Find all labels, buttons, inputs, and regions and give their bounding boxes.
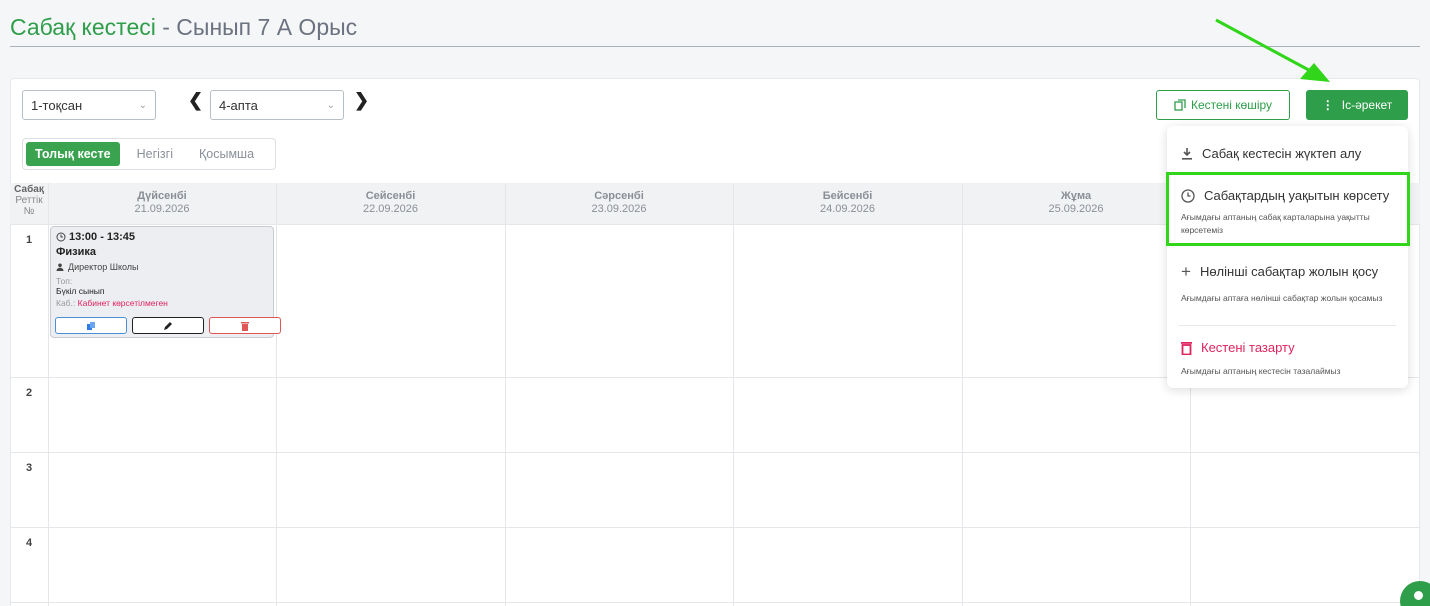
page-title: Сабақ кестесі - Сынып 7 А Орыс <box>10 14 357 41</box>
day-date: 21.09.2026 <box>134 203 190 215</box>
menu-download-label: Сабақ кестесін жүктеп алу <box>1202 146 1362 161</box>
header-line-1: Сабақ <box>14 184 44 195</box>
day-header-friday: Жұма 25.09.2026 <box>962 183 1190 224</box>
chevron-down-icon: ⌄ <box>326 99 335 111</box>
row-number: 1 <box>25 234 33 246</box>
more-vertical-icon: ⋮ <box>1321 98 1334 112</box>
grid-divider <box>505 183 506 606</box>
lesson-group-value: Бүкіл сынып <box>56 286 105 296</box>
lesson-room: Каб.: Кабинет көрсетілмеген <box>56 298 268 308</box>
lesson-room-label: Каб.: <box>56 298 76 308</box>
menu-item-clear[interactable]: Кестені тазарту <box>1181 340 1295 355</box>
day-date: 23.09.2026 <box>591 203 647 215</box>
header-line-2: Реттік <box>15 195 43 206</box>
lesson-time: 13:00 - 13:45 <box>56 231 268 243</box>
header-line-3: № <box>23 206 35 217</box>
row-number: 4 <box>25 537 33 549</box>
action-button[interactable]: ⋮ Іс-әрекет <box>1306 90 1408 120</box>
lesson-number-header: Сабақ Реттік № <box>10 183 48 217</box>
week-select-value: 4-апта <box>219 97 258 113</box>
quarter-select[interactable]: 1-тоқсан ⌄ <box>22 90 156 120</box>
tab-additional[interactable]: Қосымша <box>190 142 263 166</box>
lesson-copy-button[interactable] <box>55 317 127 334</box>
action-button-label: Іс-әрекет <box>1341 98 1393 112</box>
schedule-tabs: Толық кесте Негізгі Қосымша <box>22 138 276 170</box>
menu-divider <box>1179 325 1396 326</box>
day-name: Сейсенбі <box>365 190 416 202</box>
grid-divider <box>10 452 1420 453</box>
grid-divider <box>10 527 1420 528</box>
lesson-time-text: 13:00 - 13:45 <box>69 231 136 243</box>
title-separator: - <box>155 14 177 40</box>
tab-main[interactable]: Негізгі <box>128 142 182 166</box>
week-select[interactable]: 4-апта ⌄ <box>210 90 344 120</box>
quarter-select-value: 1-тоқсан <box>31 97 83 113</box>
chevron-down-icon: ⌄ <box>138 99 147 111</box>
title-divider <box>10 46 1420 47</box>
download-icon <box>1182 148 1192 160</box>
day-header-wednesday: Сәрсенбі 23.09.2026 <box>505 183 733 224</box>
pencil-icon <box>164 321 172 330</box>
chat-icon <box>1414 591 1423 600</box>
copy-schedule-button[interactable]: Кестені көшіру <box>1156 90 1290 120</box>
trash-icon <box>1181 341 1192 355</box>
lesson-group-label: Топ: <box>56 276 73 286</box>
copy-schedule-label: Кестені көшіру <box>1190 98 1273 112</box>
highlight-box <box>1166 172 1410 246</box>
action-menu: Сабақ кестесін жүктеп алу Сабақтардың уа… <box>1167 126 1408 388</box>
lesson-teacher: Директор Школы <box>56 262 268 272</box>
lesson-room-value: Кабинет көрсетілмеген <box>77 298 168 308</box>
day-name: Жұма <box>1060 190 1092 202</box>
grid-divider <box>733 183 734 606</box>
lesson-card[interactable]: 13:00 - 13:45 Физика Директор Школы Топ:… <box>50 226 281 338</box>
clock-icon <box>56 232 66 242</box>
day-date: 25.09.2026 <box>1048 203 1104 215</box>
menu-add-zero-label: Нөлінші сабақтар жолын қосу <box>1199 264 1379 279</box>
day-name: Сәрсенбі <box>594 190 644 202</box>
menu-add-zero-desc: Ағымдағы аптаға нөлінші сабақтар жолын қ… <box>1181 293 1383 303</box>
copy-icon <box>1174 99 1186 111</box>
plus-icon: + <box>1181 261 1191 281</box>
title-main: Сабақ кестесі <box>10 14 156 40</box>
tab-full-schedule[interactable]: Толық кесте <box>26 142 120 166</box>
day-header-thursday: Бейсенбі 24.09.2026 <box>733 183 962 224</box>
row-number: 3 <box>25 462 33 474</box>
next-week-button[interactable]: ❯ <box>354 90 369 111</box>
grid-divider <box>276 183 277 606</box>
lesson-teacher-name: Директор Школы <box>68 262 139 272</box>
row-number: 2 <box>25 387 33 399</box>
menu-item-add-zero[interactable]: + Нөлінші сабақтар жолын қосу <box>1181 261 1379 281</box>
day-date: 22.09.2026 <box>362 203 419 215</box>
copy-icon <box>87 321 95 330</box>
day-name: Бейсенбі <box>822 190 873 202</box>
day-date: 24.09.2026 <box>819 203 876 215</box>
grid-divider <box>48 183 49 606</box>
menu-clear-label: Кестені тазарту <box>1201 340 1295 355</box>
grid-divider <box>10 602 1420 603</box>
lesson-edit-button[interactable] <box>132 317 204 334</box>
day-header-tuesday: Сейсенбі 22.09.2026 <box>276 183 505 224</box>
trash-icon <box>241 321 249 331</box>
lesson-delete-button[interactable] <box>209 317 281 334</box>
day-header-monday: Дүйсенбі 21.09.2026 <box>48 183 276 224</box>
prev-week-button[interactable]: ❮ <box>188 90 203 111</box>
grid-divider <box>962 183 963 606</box>
menu-clear-desc: Ағымдағы аптаның кестесін тазалаймыз <box>1181 366 1341 376</box>
day-name: Дүйсенбі <box>137 190 187 202</box>
title-class: Сынып 7 А Орыс <box>176 14 358 40</box>
menu-item-download[interactable]: Сабақ кестесін жүктеп алу <box>1181 146 1361 161</box>
lesson-subject: Физика <box>56 246 97 258</box>
user-icon <box>56 263 64 271</box>
